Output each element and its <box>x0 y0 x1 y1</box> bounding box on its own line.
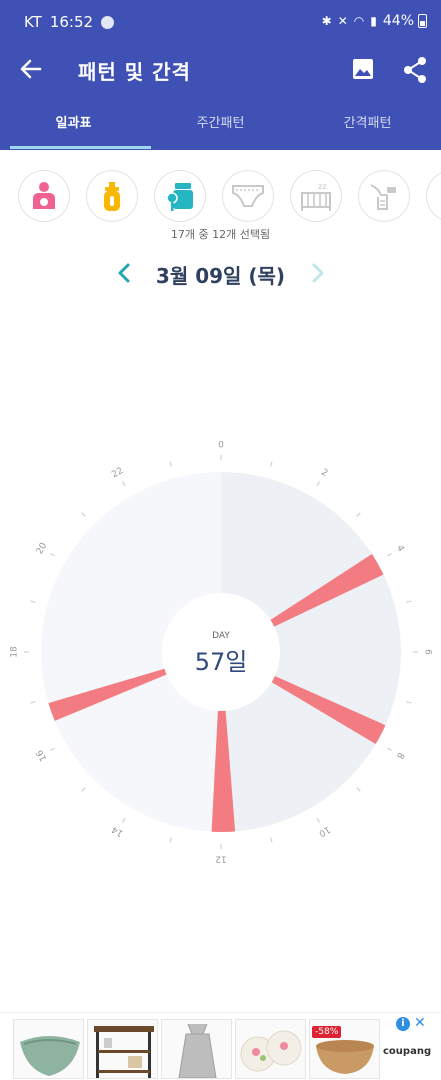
share-icon <box>404 57 426 83</box>
clock-hour-label: 2 <box>319 467 329 479</box>
clock-tick <box>387 553 392 557</box>
clock-tick <box>122 818 126 823</box>
tab-daily-schedule[interactable]: 일과표 <box>0 94 147 150</box>
ad-product-apron[interactable] <box>161 1019 232 1079</box>
ad-product-shelf[interactable] <box>87 1019 158 1079</box>
ad-discount-badge: -58% <box>312 1026 342 1038</box>
ad-product-dumpling-mold[interactable] <box>13 1019 84 1079</box>
diaper-icon <box>232 185 264 207</box>
clock-tick <box>30 701 36 704</box>
clock-tick <box>356 512 361 517</box>
clock-tick <box>406 600 412 603</box>
clock-tick <box>50 747 55 751</box>
clock-tick <box>81 512 86 517</box>
next-day-button[interactable] <box>306 259 330 287</box>
clock-center-value: 57일 <box>195 648 248 676</box>
baby-bottle-icon <box>104 182 120 211</box>
clock-tick <box>406 701 412 704</box>
share-button[interactable] <box>399 54 431 86</box>
mute-icon: ✕ <box>337 14 348 28</box>
clock-tick <box>316 818 320 823</box>
status-bar: KT 16:52 ✱ ✕ ◠ ▮ 44% <box>0 0 441 44</box>
category-sleep[interactable]: zz <box>290 170 342 222</box>
battery-percent: 44% <box>382 13 414 29</box>
clock-hour-label: 12 <box>215 854 226 864</box>
selected-count-label: 17개 중 12개 선택됨 <box>170 228 271 241</box>
clock-tick <box>387 747 392 751</box>
ad-info-icon[interactable]: i <box>396 1017 410 1031</box>
clock-tick <box>122 481 126 486</box>
back-arrow-icon <box>20 59 42 79</box>
clock-hour-label: 18 <box>10 646 20 658</box>
clock-tick <box>169 461 172 467</box>
save-image-button[interactable] <box>348 54 378 84</box>
status-time: 16:52 <box>49 13 94 31</box>
signal-icon: ▮ <box>370 14 377 28</box>
clock-hour-label: 14 <box>110 824 125 839</box>
app-bar: 패턴 및 간격 <box>0 44 441 94</box>
category-more[interactable] <box>426 170 441 222</box>
ad-close-icon[interactable]: ✕ <box>414 1015 426 1031</box>
clock-hour-label: 22 <box>110 466 125 480</box>
baby-food-icon <box>166 183 193 211</box>
clock-tick <box>270 837 273 843</box>
clock-tick <box>270 461 273 467</box>
carrier-label: KT <box>24 13 42 31</box>
category-baby-food[interactable] <box>154 170 206 222</box>
breastfeeding-icon <box>33 182 55 209</box>
current-date[interactable]: 3월 09일 (목) <box>0 260 441 289</box>
category-breastfeeding[interactable] <box>18 170 70 222</box>
tab-bar: 일과표 주간패턴 간격패턴 <box>0 94 441 150</box>
back-button[interactable] <box>14 52 48 86</box>
clock-hour-label: 10 <box>317 824 332 839</box>
battery-icon <box>418 14 427 28</box>
ad-brand-logo: coupang <box>383 1046 432 1057</box>
ad-product-plates[interactable] <box>235 1019 306 1079</box>
wifi-icon: ◠ <box>353 14 365 28</box>
clock-tick <box>81 787 86 792</box>
tab-weekly-pattern[interactable]: 주간패턴 <box>147 94 294 150</box>
ad-product-bowl[interactable]: -58% <box>309 1019 380 1079</box>
clock-hour-label: 4 <box>394 544 406 554</box>
category-breast-pump[interactable] <box>358 170 410 222</box>
clock-hour-label: 0 <box>218 441 224 451</box>
notification-dot-icon <box>101 15 115 29</box>
category-diaper[interactable] <box>222 170 274 222</box>
clock-tick <box>50 553 55 557</box>
image-icon <box>353 59 373 79</box>
tab-interval-pattern[interactable]: 간격패턴 <box>294 94 441 150</box>
clock-hour-label: 16 <box>35 748 50 763</box>
clock-center-label: DAY <box>212 631 230 641</box>
ad-banner[interactable]: -58% i ✕ coupang <box>0 1012 441 1080</box>
sleep-crib-icon: zz <box>301 182 331 211</box>
clock-tick <box>316 481 320 486</box>
clock-hour-label: 20 <box>35 541 50 556</box>
clock-tick <box>356 787 361 792</box>
category-filter-list: zz <box>0 168 441 226</box>
svg-text:zz: zz <box>318 182 326 191</box>
category-bottle[interactable] <box>86 170 138 222</box>
clock-tick <box>169 837 172 843</box>
page-title: 패턴 및 간격 <box>78 60 191 84</box>
clock-hour-label: 8 <box>394 750 406 760</box>
clock-svg: 0 2 4 6 8 10 12 14 16 18 20 22 DAY 57일 <box>10 441 433 864</box>
chevron-right-icon <box>312 263 324 283</box>
tab-indicator <box>10 146 151 149</box>
clock-hour-label: 6 <box>423 649 433 655</box>
daily-clock-chart: 0 2 4 6 8 10 12 14 16 18 20 22 DAY 57일 <box>0 430 441 880</box>
clock-tick <box>30 600 36 603</box>
date-navigator: 3월 09일 (목) <box>0 256 441 290</box>
bluetooth-icon: ✱ <box>321 14 332 28</box>
breast-pump-icon <box>370 184 396 210</box>
